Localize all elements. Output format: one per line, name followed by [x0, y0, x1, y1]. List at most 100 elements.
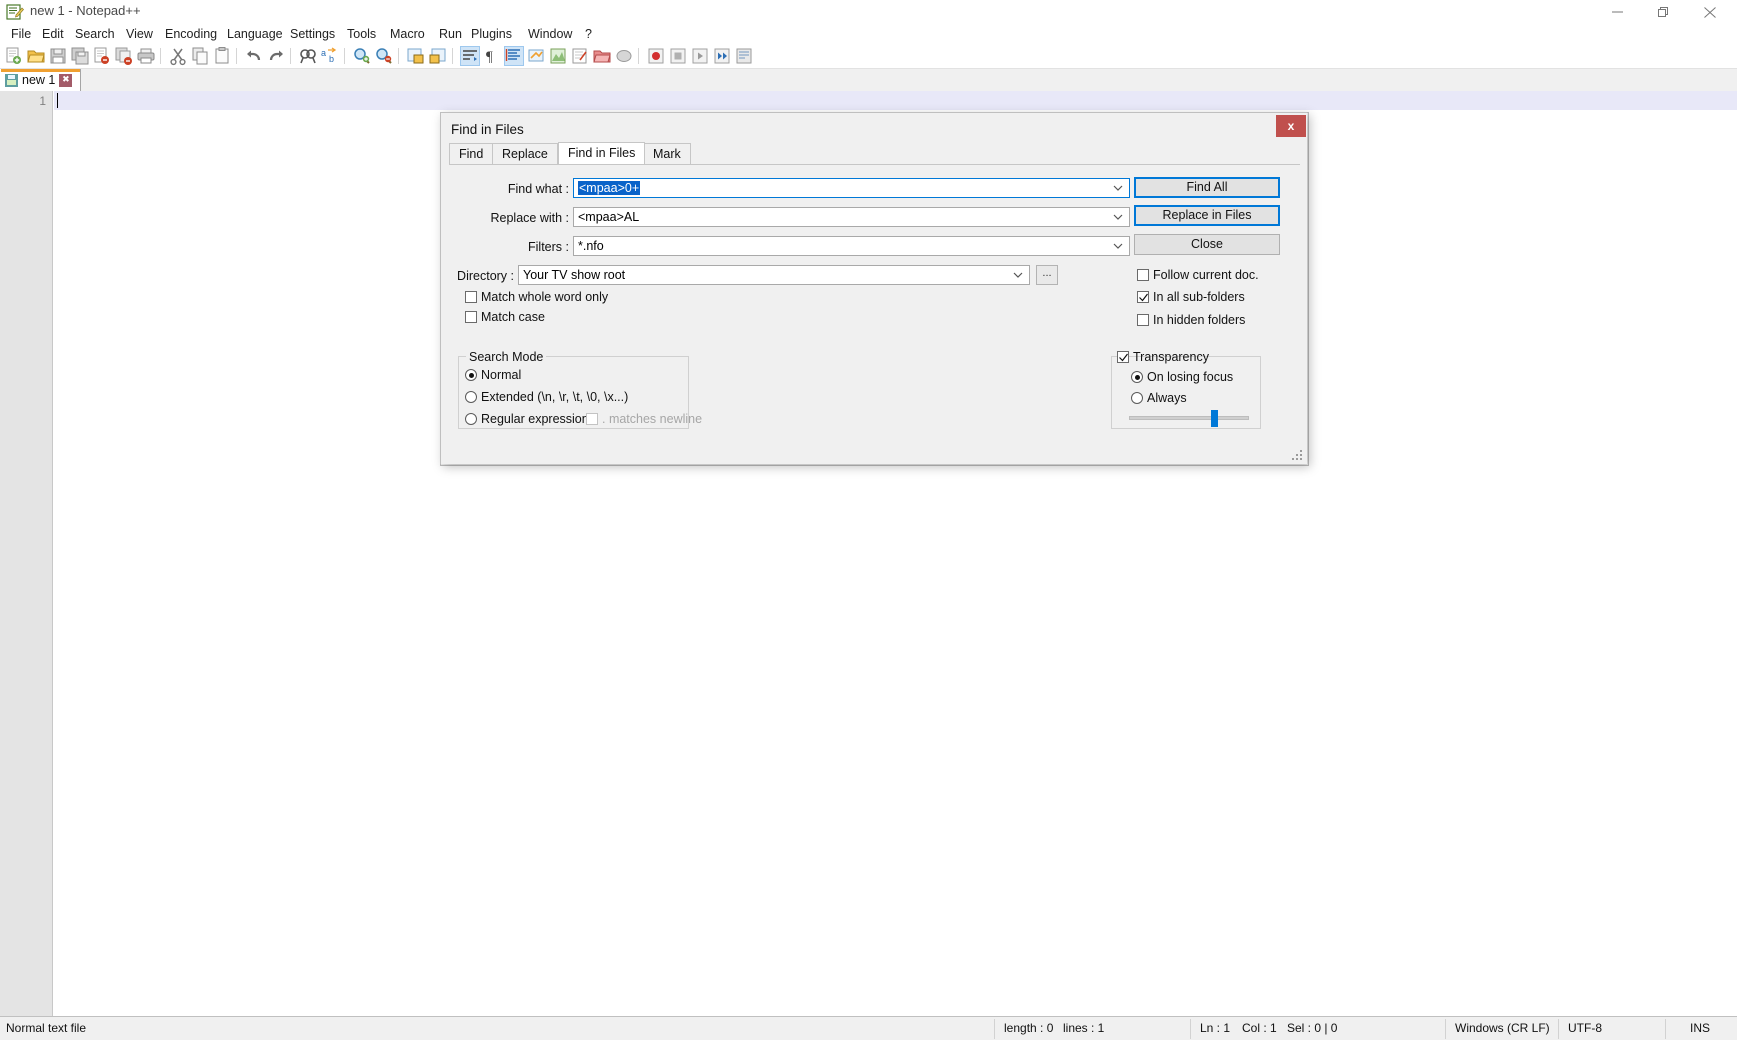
stop-record-icon[interactable] [668, 46, 688, 66]
user-defined-language-icon[interactable] [526, 46, 546, 66]
find-all-button[interactable]: Find All [1134, 177, 1280, 198]
undo-icon[interactable] [244, 46, 264, 66]
chevron-down-icon[interactable] [1110, 179, 1126, 197]
status-encoding: UTF-8 [1568, 1021, 1602, 1035]
paste-icon[interactable] [212, 46, 232, 66]
transparency-always-label: Always [1147, 391, 1187, 405]
dialog-close-button[interactable]: x [1276, 115, 1306, 137]
line-number: 1 [39, 94, 46, 108]
filters-input[interactable]: *.nfo [573, 236, 1130, 256]
chevron-down-icon[interactable] [1110, 208, 1126, 226]
find-in-files-dialog[interactable]: Find in Files x Find Replace Find in Fil… [440, 112, 1309, 466]
transparency-slider-thumb[interactable] [1211, 410, 1218, 427]
current-line-highlight [54, 91, 1737, 110]
menu-search[interactable]: Search [68, 24, 122, 44]
checkbox-box [586, 413, 598, 425]
open-file-icon[interactable] [26, 46, 46, 66]
tab-find-in-files[interactable]: Find in Files [558, 142, 645, 164]
close-icon[interactable] [1689, 0, 1735, 24]
menu-tools[interactable]: Tools [340, 24, 383, 44]
directory-label: Directory : [436, 269, 514, 283]
transparency-slider-track[interactable] [1129, 416, 1249, 420]
filters-label: Filters : [491, 240, 569, 254]
save-macro-icon[interactable] [734, 46, 754, 66]
monitoring-icon[interactable] [614, 46, 634, 66]
saved-file-icon [5, 74, 18, 87]
save-icon[interactable] [48, 46, 68, 66]
close-all-icon[interactable] [114, 46, 134, 66]
menu-encoding[interactable]: Encoding [158, 24, 224, 44]
window-title-bar: new 1 - Notepad++ [0, 0, 1737, 25]
svg-text:a: a [321, 48, 326, 58]
redo-icon[interactable] [266, 46, 286, 66]
tab-close-icon[interactable]: ✖ [59, 74, 72, 87]
zoom-in-icon[interactable] [352, 46, 372, 66]
find-icon[interactable] [298, 46, 318, 66]
svg-text:¶: ¶ [486, 49, 493, 65]
search-mode-normal-label: Normal [481, 368, 521, 382]
chevron-down-icon[interactable] [1010, 266, 1026, 284]
cut-icon[interactable] [168, 46, 188, 66]
folder-as-workspace-icon[interactable] [592, 46, 612, 66]
line-number-gutter: 1 [0, 91, 53, 1016]
checkbox-box [465, 291, 477, 303]
menu-file[interactable]: File [4, 24, 38, 44]
browse-directory-button[interactable]: ... [1036, 265, 1058, 285]
status-separator [1665, 1019, 1666, 1039]
menu-bar: File Edit Search View Encoding Language … [0, 24, 1737, 44]
status-ln: Ln : 1 [1200, 1021, 1230, 1035]
find-what-input[interactable]: <mpaa>0+ [573, 178, 1130, 198]
minimize-icon[interactable] [1597, 0, 1643, 24]
replace-in-files-button[interactable]: Replace in Files [1134, 205, 1280, 226]
menu-settings[interactable]: Settings [283, 24, 342, 44]
record-macro-icon[interactable] [646, 46, 666, 66]
menu-view[interactable]: View [119, 24, 160, 44]
find-what-label: Find what : [491, 182, 569, 196]
tab-mark[interactable]: Mark [643, 143, 691, 164]
status-separator [1558, 1019, 1559, 1039]
document-map-icon[interactable] [548, 46, 568, 66]
copy-icon[interactable] [190, 46, 210, 66]
show-all-characters-icon[interactable]: ¶ [482, 46, 502, 66]
tab-replace[interactable]: Replace [492, 143, 558, 164]
close-button[interactable]: Close [1134, 234, 1280, 255]
run-macro-multiple-icon[interactable] [712, 46, 732, 66]
close-file-icon[interactable] [92, 46, 112, 66]
find-what-value: <mpaa>0+ [578, 181, 640, 195]
replace-icon[interactable]: ab [320, 46, 340, 66]
tab-new-1[interactable]: new 1 ✖ [0, 69, 81, 91]
function-list-icon[interactable] [570, 46, 590, 66]
toolbar-separator [160, 48, 161, 64]
menu-window[interactable]: Window [521, 24, 579, 46]
sync-vertical-scroll-icon[interactable] [406, 46, 426, 66]
toolbar-separator [290, 48, 291, 64]
print-icon[interactable] [136, 46, 156, 66]
zoom-out-icon[interactable] [374, 46, 394, 66]
match-case-label: Match case [481, 310, 545, 324]
menu-macro[interactable]: Macro [383, 24, 432, 44]
toolbar-separator [398, 48, 399, 64]
status-sel: Sel : 0 | 0 [1287, 1021, 1337, 1035]
play-macro-icon[interactable] [690, 46, 710, 66]
chevron-down-icon[interactable] [1110, 237, 1126, 255]
restore-icon[interactable] [1643, 0, 1689, 24]
dialog-title: Find in Files [451, 122, 524, 137]
word-wrap-icon[interactable] [460, 46, 480, 66]
sync-horizontal-scroll-icon[interactable] [428, 46, 448, 66]
status-doc-type: Normal text file [6, 1021, 86, 1035]
menu-plugins[interactable]: Plugins [464, 24, 519, 46]
directory-input[interactable]: Your TV show root [518, 265, 1030, 285]
dialog-resize-grip[interactable] [1292, 450, 1303, 461]
save-all-icon[interactable] [70, 46, 90, 66]
replace-with-input[interactable]: <mpaa>AL [573, 207, 1130, 227]
menu-help[interactable]: ? [578, 24, 599, 44]
indent-guide-icon[interactable] [504, 46, 524, 66]
search-mode-title: Search Mode [466, 350, 546, 364]
tab-find[interactable]: Find [449, 143, 493, 164]
toolbar-separator [236, 48, 237, 64]
new-file-icon[interactable] [4, 46, 24, 66]
replace-with-label: Replace with : [471, 211, 569, 225]
menu-edit[interactable]: Edit [35, 24, 71, 44]
status-separator [1190, 1019, 1191, 1039]
menu-language[interactable]: Language [220, 24, 290, 44]
